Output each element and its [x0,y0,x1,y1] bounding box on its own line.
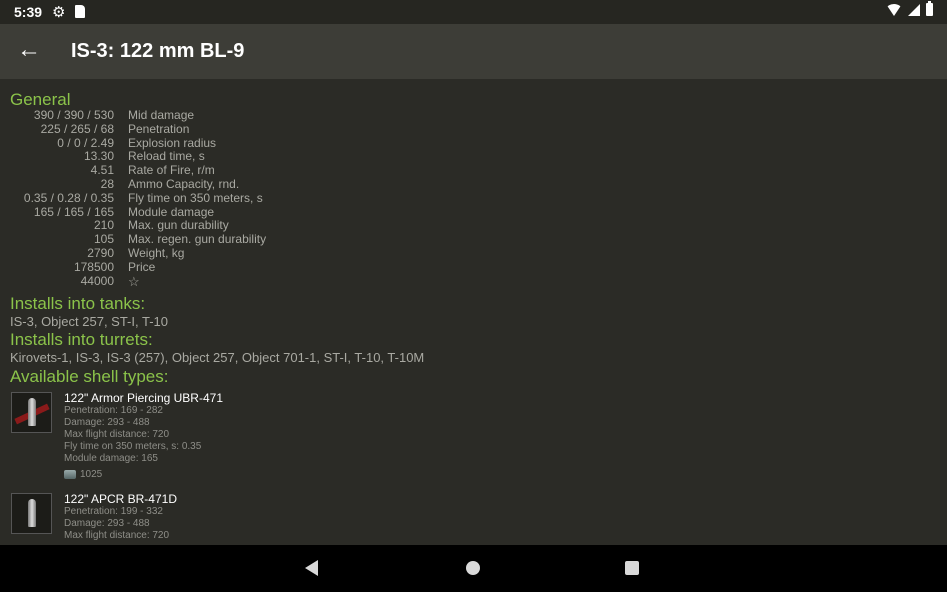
stat-value: 210 [93,218,114,233]
wifi-icon [886,3,902,16]
stat-row: 4.51 Rate of Fire, r/m [0,163,400,178]
shell-price: 1025 [64,469,223,480]
stat-label: Penetration [128,121,190,136]
stat-label: Rate of Fire, r/m [128,163,215,178]
nav-home-icon[interactable] [466,561,480,575]
stat-row: 0.35 / 0.28 / 0.35 Fly time on 350 meters… [0,190,400,206]
stat-value: 4.51 [90,163,114,178]
shell-damage: Damage: 293 - 488 [64,417,150,428]
shell-max-flight: Max flight distance: 720 [64,530,170,541]
stat-label: Module damage [128,204,215,219]
page-title: IS-3: 122 mm BL-9 [71,40,245,62]
stat-label: Ammo Capacity, rnd. [128,176,240,191]
stat-row: 210 Max. gun durability [0,219,400,233]
back-arrow-icon[interactable]: ← [16,35,42,65]
stat-row: 165 / 165 / 165 Module damage [0,204,400,220]
shell-types-title: Available shell types: [10,367,169,386]
stat-label: Fly time on 350 meters, s [128,190,263,205]
app-toolbar: ← IS-3: 122 mm BL-9 [0,24,947,79]
shell-fly-time: Fly time on 350 meters, s: 0.35 [64,441,202,452]
credits-icon [64,470,76,479]
nav-back-icon[interactable] [305,560,318,576]
stat-value: 105 [93,232,114,247]
stat-value: 28 [100,176,114,191]
stat-value: 178500 [73,259,114,274]
sd-card-icon [75,5,85,18]
stat-label: Mid damage [128,108,195,122]
stats-table: 390 / 390 / 530 Mid damage 225 / 265 / 68 P… [0,108,400,289]
status-bar: 5:39 ⚙ [0,0,947,24]
shell-max-flight: Max flight distance: 720 [64,429,170,440]
signal-icon [908,3,920,16]
stat-row: 13.30 Reload time, s [0,150,400,164]
stat-value: 165 / 165 / 165 [33,204,114,219]
stat-row: 390 / 390 / 530 Mid damage [0,108,400,123]
stat-row: 178500 Price [0,259,400,275]
shell-penetration: Penetration: 169 - 282 [64,405,163,416]
shell-price-value: 1025 [80,469,103,480]
shell-ap-icon [11,392,52,433]
stat-value: 13.30 [83,149,114,164]
shell-apcr-icon [11,493,52,534]
content-area[interactable]: General 390 / 390 / 530 Mid damage 225 / 2… [0,79,947,545]
stat-label: Weight, kg [128,245,185,260]
shell-module-damage: Module damage: 165 [64,453,158,464]
stat-label: Max. regen. gun durability [128,232,267,247]
stat-row: 2790 Weight, kg [0,245,400,261]
stat-row: 28 Ammo Capacity, rnd. [0,176,400,192]
stat-value: 390 / 390 / 530 [33,108,114,122]
stat-label: Reload time, s [128,149,205,164]
stat-value: 0.35 / 0.28 / 0.35 [23,190,114,205]
star-icon: ☆ [128,273,140,289]
stat-row: 105 Max. regen. gun durability [0,232,400,247]
installs-tanks-list: IS-3, Object 257, ST-I, T-10 [10,314,168,329]
general-section-title: General [10,90,71,109]
stat-row: 44000 ☆ [0,273,400,289]
stat-value: 2790 [87,245,114,260]
status-time: 5:39 [14,4,43,20]
nav-recents-icon[interactable] [625,561,639,575]
stat-row: 0 / 0 / 2.49 Explosion radius [0,135,400,151]
stat-row: 225 / 265 / 68 Penetration [0,121,400,137]
battery-icon [926,1,933,16]
navigation-bar [0,545,947,592]
stat-label: Explosion radius [128,135,217,150]
shell-name: 122" Armor Piercing UBR-471 [64,391,223,405]
installs-tanks-title: Installs into tanks: [10,294,146,313]
settings-icon: ⚙ [52,4,66,21]
installs-turrets-list: Kirovets-1, IS-3, IS-3 (257), Object 257… [10,350,425,365]
shell-penetration: Penetration: 199 - 332 [64,506,163,517]
stat-value: 44000 [80,273,114,288]
shell-damage: Damage: 293 - 488 [64,518,150,529]
stat-label: Max. gun durability [128,218,229,233]
shell-name: 122" APCR BR-471D [64,492,177,506]
stat-label: Price [128,259,156,274]
stat-value: 0 / 0 / 2.49 [57,135,114,150]
stat-value: 225 / 265 / 68 [40,121,114,136]
installs-turrets-title: Installs into turrets: [10,330,153,349]
